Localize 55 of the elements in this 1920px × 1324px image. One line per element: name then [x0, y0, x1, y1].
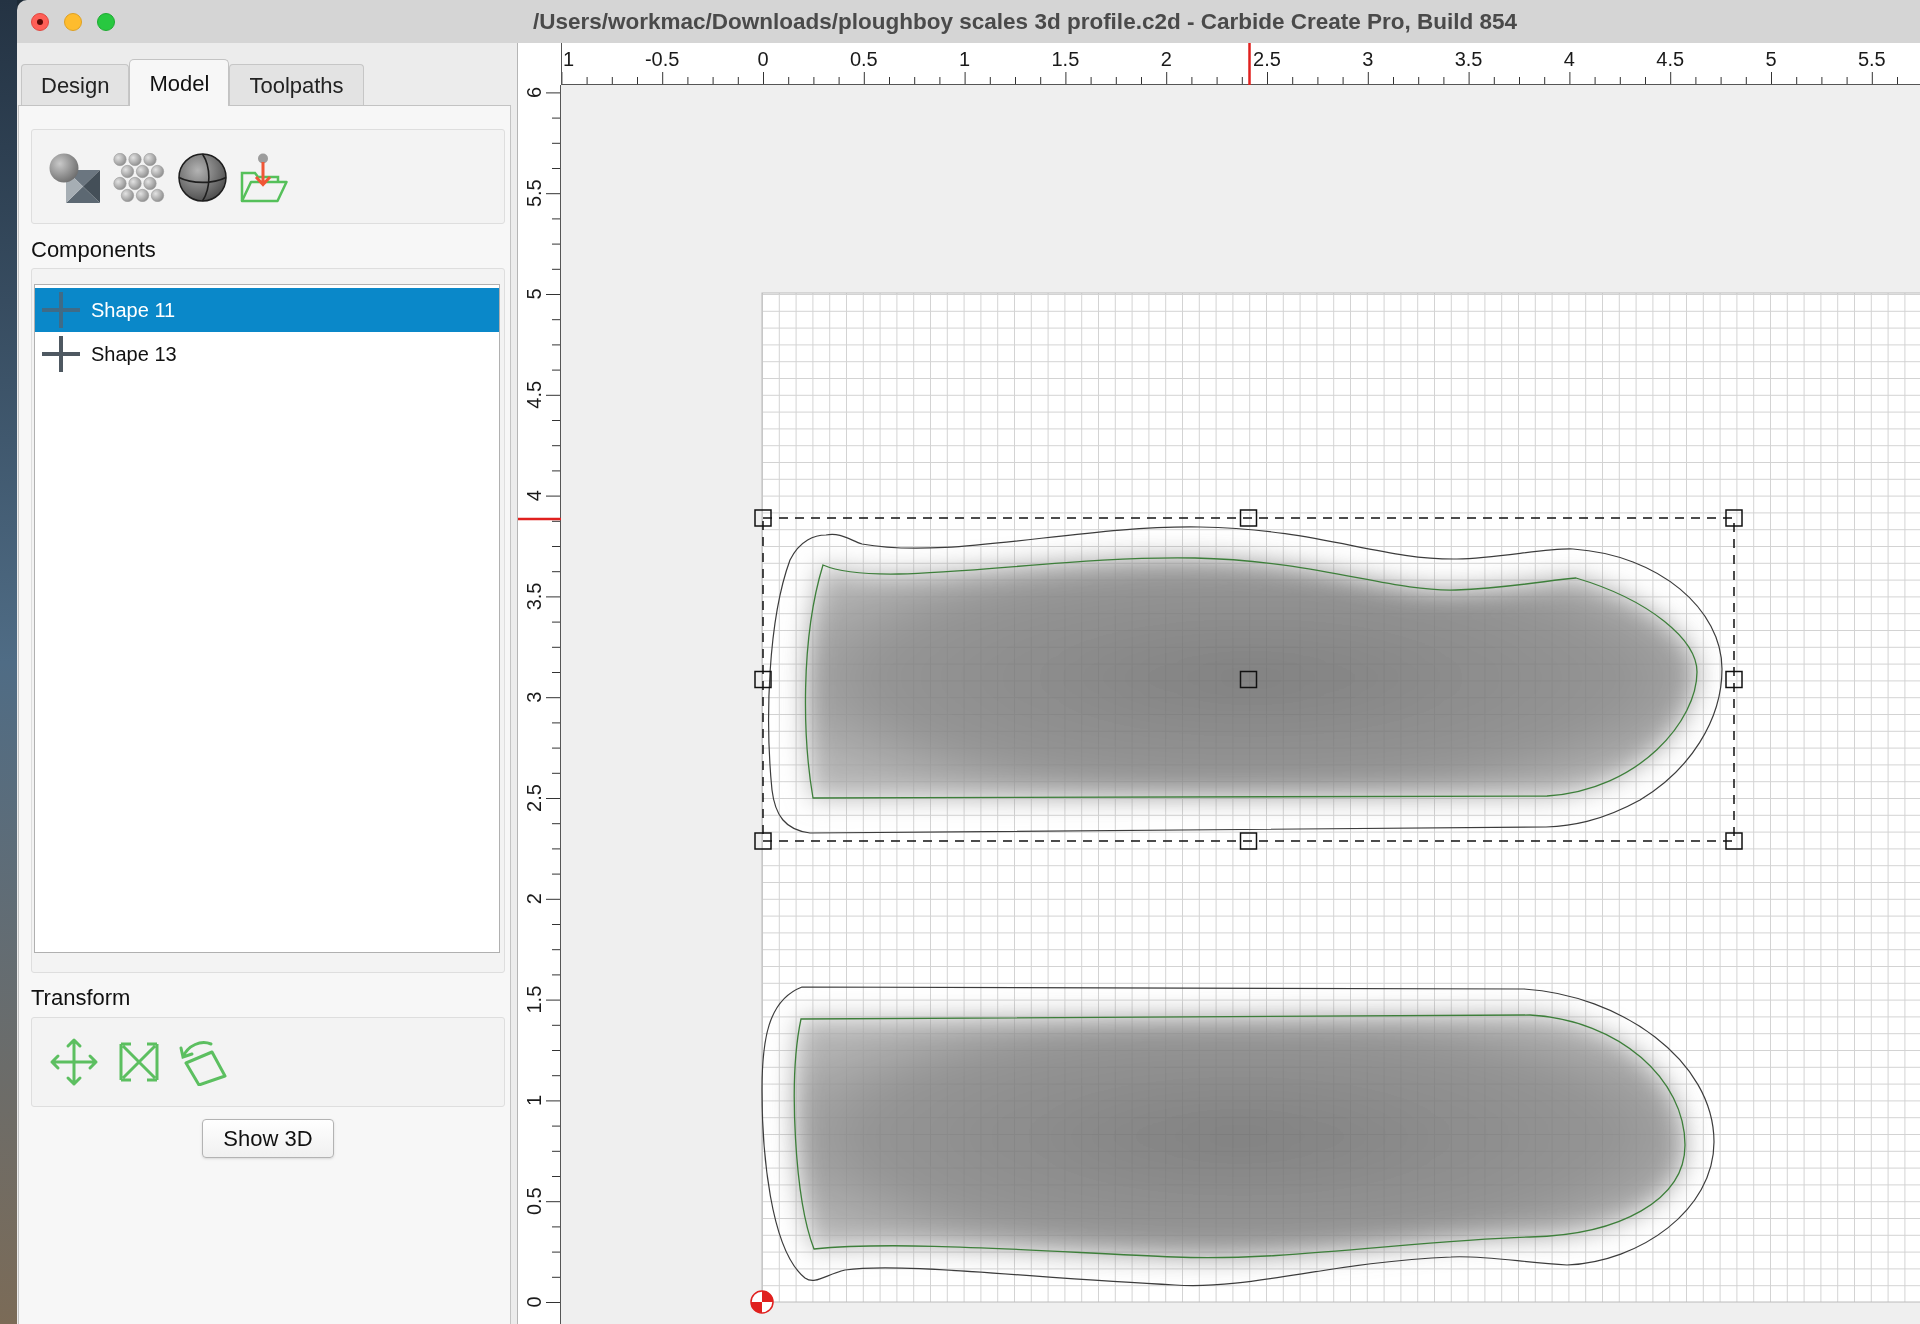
- ruler-label: 3.5: [523, 582, 545, 611]
- ruler-label: 2: [1160, 48, 1172, 70]
- ruler-label: 0.5: [523, 1187, 545, 1216]
- ruler-label: 0: [523, 1296, 545, 1308]
- ruler-label: 3: [523, 691, 545, 703]
- tab[interactable]: Toolpaths: [229, 64, 364, 105]
- ruler-label: 4.5: [1656, 48, 1685, 70]
- selection-handle[interactable]: [754, 832, 772, 850]
- ruler-label: 4: [523, 490, 545, 502]
- sphere-icon[interactable]: [178, 153, 227, 202]
- ruler-label: 0: [757, 48, 769, 70]
- ruler-label: 4: [1563, 48, 1575, 70]
- show-3d-button[interactable]: Show 3D: [202, 1119, 334, 1158]
- selection-handle[interactable]: [754, 670, 772, 689]
- ruler-label: 1: [563, 48, 575, 70]
- origin-icon: [750, 1290, 774, 1314]
- ruler-label: 6: [523, 86, 545, 98]
- ruler-label: 2: [523, 893, 545, 905]
- ruler-label: 3: [1362, 48, 1374, 70]
- window-title: /Users/workmac/Downloads/ploughboy scales 3d profile.c2d - Carbide Create Pro, Build 854: [533, 8, 1517, 34]
- tab[interactable]: Design: [21, 64, 130, 105]
- ruler-label: 5: [523, 288, 545, 300]
- ruler-label: 0.5: [849, 48, 878, 70]
- sphere-cube-icon[interactable]: [49, 153, 100, 203]
- ruler-label: 3.5: [1454, 48, 1483, 70]
- folder-import-icon[interactable]: [240, 153, 288, 203]
- plus-icon: [42, 292, 80, 328]
- selection-handle[interactable]: [1239, 509, 1258, 527]
- ruler-label: 5.5: [523, 179, 545, 208]
- cursor-marker: [1248, 43, 1251, 85]
- section-label: Components: [31, 237, 157, 263]
- selection-handle[interactable]: [1239, 832, 1258, 850]
- ruler-label: 5.5: [1857, 48, 1886, 70]
- ruler-label: 1.5: [1051, 48, 1080, 70]
- sphere-cluster-icon[interactable]: [113, 153, 165, 202]
- ruler-label: 1: [523, 1094, 545, 1106]
- ruler-label: -0.5: [644, 48, 680, 70]
- ruler-label: 4.5: [523, 380, 545, 409]
- ruler-label: 5: [1765, 48, 1777, 70]
- component-item[interactable]: Shape 13: [35, 332, 499, 376]
- selection-handle[interactable]: [754, 509, 772, 527]
- component-item[interactable]: Shape 11: [35, 288, 499, 332]
- ruler-label: 1: [959, 48, 971, 70]
- selection-handle[interactable]: [1725, 509, 1743, 527]
- cursor-marker: [518, 517, 561, 521]
- selection-handle[interactable]: [1239, 670, 1258, 689]
- ruler-label: 2.5: [523, 784, 545, 812]
- plus-icon: [42, 336, 80, 372]
- close-button[interactable]: [31, 12, 49, 31]
- tab[interactable]: Model: [129, 59, 230, 106]
- ruler-label: 2.5: [1253, 48, 1281, 70]
- selection-handle[interactable]: [1725, 832, 1743, 850]
- section-label: Transform: [31, 985, 132, 1011]
- selection-handle[interactable]: [1725, 670, 1743, 689]
- ruler-label: 1.5: [523, 985, 545, 1014]
